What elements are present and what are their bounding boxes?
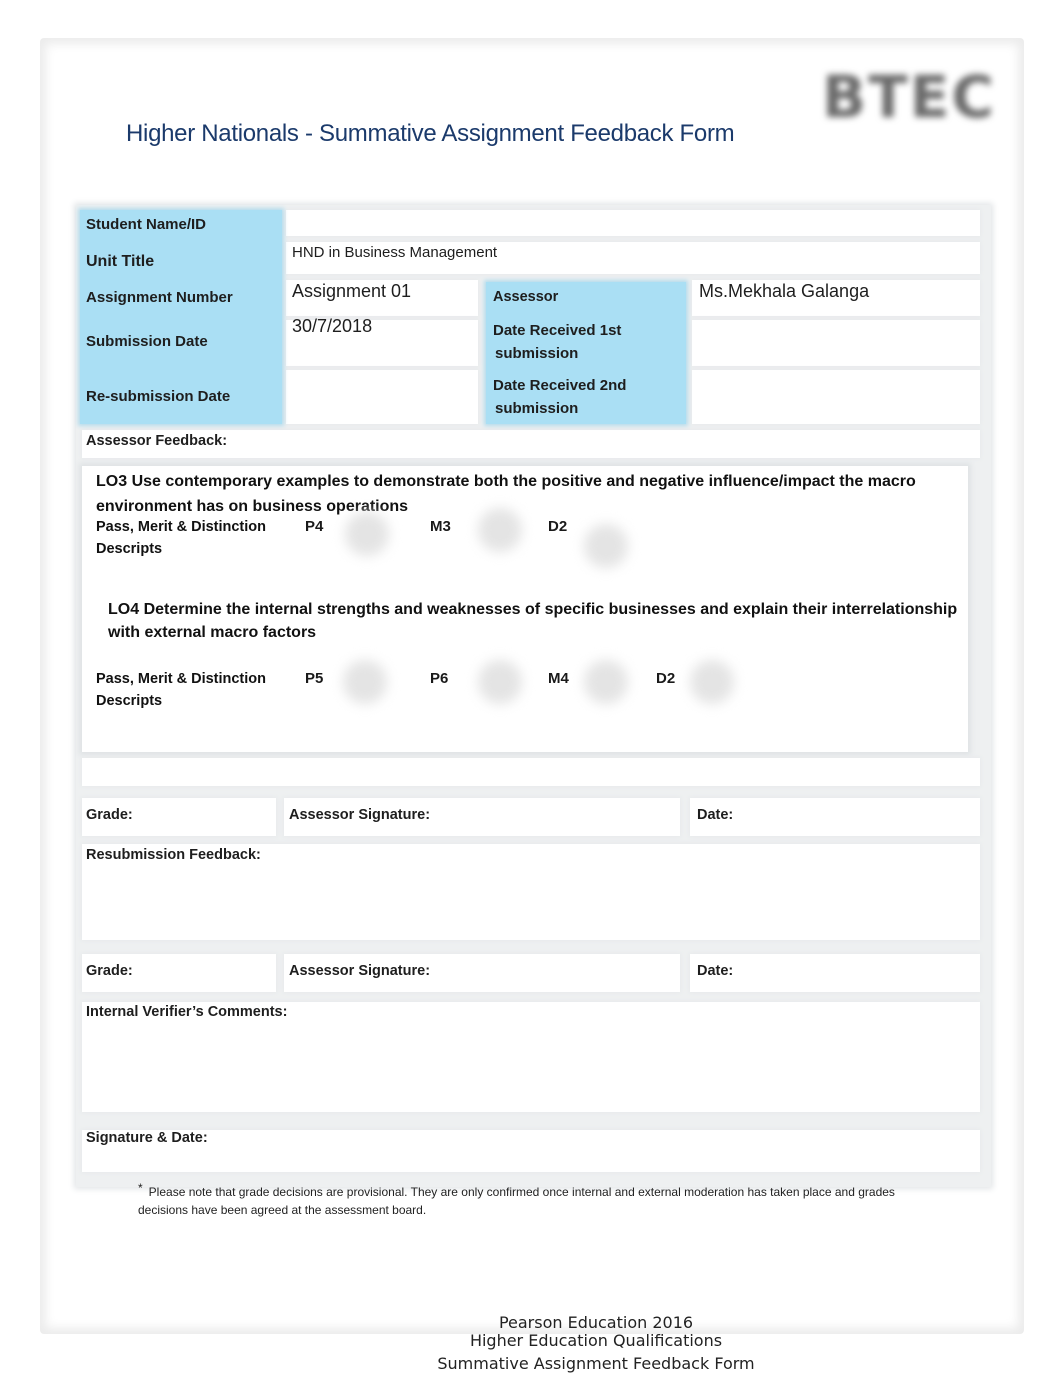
assessor-signature-2-label: Assessor Signature: bbox=[289, 963, 431, 979]
lo3-pmd-label-line2: Descripts bbox=[96, 541, 163, 557]
signature-date-label: Signature & Date: bbox=[86, 1130, 208, 1146]
page-title: Higher Nationals - Summative Assignment … bbox=[126, 120, 735, 147]
criterion-p6-mark bbox=[478, 660, 522, 704]
signature-date-field[interactable] bbox=[82, 1130, 980, 1172]
date-received-1-label-line2: submission bbox=[495, 345, 579, 362]
btec-logo: BTEC bbox=[822, 63, 996, 131]
resubmission-date-label: Re-submission Date bbox=[86, 388, 231, 405]
lo4-pmd-label-line1: Pass, Merit & Distinction bbox=[96, 671, 267, 687]
internal-verifier-comments-label: Internal Verifier’s Comments: bbox=[86, 1004, 288, 1020]
criterion-m4: M4 bbox=[548, 670, 569, 687]
date-2-label: Date: bbox=[697, 963, 734, 979]
lo3-pmd-label-line1: Pass, Merit & Distinction bbox=[96, 519, 267, 535]
criterion-p4: P4 bbox=[305, 518, 324, 535]
footer-line-2: Higher Education Qualifications bbox=[469, 1331, 723, 1350]
note-marker: * bbox=[138, 1181, 143, 1195]
submission-date-label: Submission Date bbox=[86, 333, 208, 350]
criterion-p4-mark bbox=[345, 512, 389, 556]
criterion-p5: P5 bbox=[305, 670, 324, 687]
date-1-field[interactable] bbox=[690, 798, 980, 836]
resubmission-feedback-label: Resubmission Feedback: bbox=[86, 847, 261, 863]
date-received-2-field[interactable] bbox=[692, 370, 980, 424]
date-received-1-field[interactable] bbox=[692, 320, 980, 366]
grade-2-label: Grade: bbox=[86, 963, 133, 979]
lo4-pmd-label-line2: Descripts bbox=[96, 693, 163, 709]
date-1-label: Date: bbox=[697, 807, 734, 823]
resubmission-date-field[interactable] bbox=[286, 370, 478, 424]
note-text: Please note that grade decisions are pro… bbox=[138, 1185, 895, 1217]
date-received-1-label-line1: Date Received 1st bbox=[493, 322, 622, 339]
criterion-m3: M3 bbox=[430, 518, 451, 535]
criterion-m3-mark bbox=[478, 508, 522, 552]
criterion-p5-mark bbox=[343, 660, 387, 704]
lo3-text: LO3 Use contemporary examples to demonst… bbox=[96, 473, 916, 515]
date-2-field[interactable] bbox=[690, 954, 980, 992]
unit-title-value: HND in Business Management bbox=[292, 244, 498, 261]
date-received-2-label-line2: submission bbox=[495, 400, 579, 417]
assignment-number-label: Assignment Number bbox=[86, 289, 233, 306]
criterion-p6: P6 bbox=[430, 670, 449, 687]
footer-line-1: Pearson Education 2016 bbox=[498, 1313, 694, 1332]
assignment-number-value: Assignment 01 bbox=[292, 281, 412, 301]
assessor-value: Ms.Mekhala Galanga bbox=[699, 281, 870, 301]
date-received-2-label-line1: Date Received 2nd bbox=[493, 377, 627, 394]
provisional-grade-note: * Please note that grade decisions are pr… bbox=[138, 1181, 928, 1219]
criterion-d2-lo4: D2 bbox=[656, 670, 676, 687]
criterion-d2-lo3-mark bbox=[584, 524, 628, 568]
grade-1-label: Grade: bbox=[86, 807, 133, 823]
criterion-d2-lo3: D2 bbox=[548, 518, 568, 535]
student-name-field[interactable] bbox=[286, 210, 980, 236]
student-name-label: Student Name/ID bbox=[86, 216, 207, 233]
spacer-row bbox=[82, 758, 980, 786]
criterion-d2-lo4-mark bbox=[690, 660, 734, 704]
assessor-label: Assessor bbox=[493, 289, 559, 305]
unit-title-label: Unit Title bbox=[86, 253, 155, 270]
assessor-feedback-label: Assessor Feedback: bbox=[86, 433, 228, 449]
footer-line-3: Summative Assignment Feedback Form bbox=[437, 1354, 755, 1373]
criterion-m4-mark bbox=[584, 660, 628, 704]
submission-date-value: 30/7/2018 bbox=[292, 316, 373, 336]
lo4-text: LO4 Determine the internal strengths and… bbox=[108, 601, 958, 641]
assessor-signature-1-label: Assessor Signature: bbox=[289, 807, 431, 823]
